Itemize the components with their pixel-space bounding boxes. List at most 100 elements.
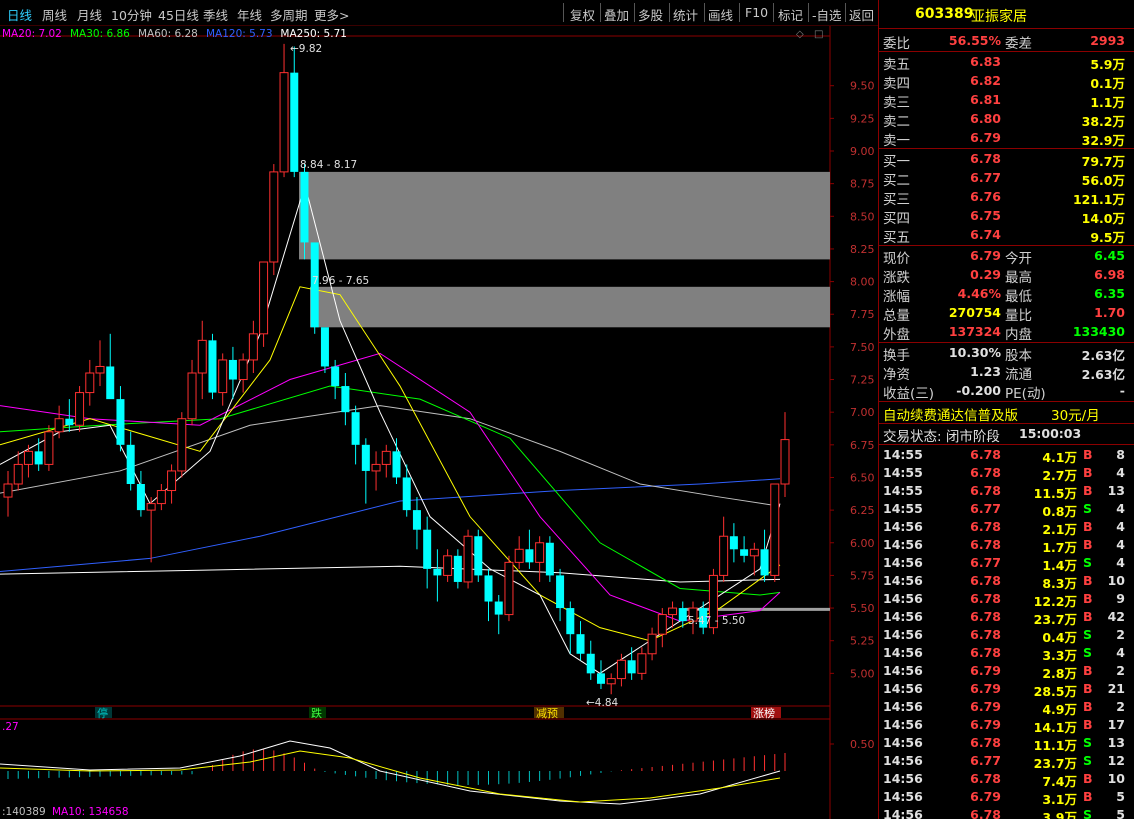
tick-time: 14:56	[883, 537, 923, 552]
candle-body	[453, 555, 462, 582]
tick-count: 2	[1116, 627, 1125, 642]
tick-price: 6.78	[970, 483, 1001, 498]
candle-body	[412, 510, 421, 530]
ask-row: 卖五 6.83 5.9万	[879, 52, 1134, 73]
value: 133430	[1072, 324, 1125, 339]
tick-direction: B	[1083, 591, 1093, 606]
tick-price: 6.77	[970, 501, 1001, 516]
candle-body	[525, 549, 534, 563]
candle-body	[238, 359, 248, 381]
value: 137324	[948, 324, 1001, 339]
draw-line-button[interactable]: 画线	[708, 5, 733, 24]
event-tag-label: 跌	[311, 706, 322, 720]
tab-daily[interactable]: 日线	[7, 5, 32, 24]
tick-row: 14:56 6.78 23.7万 B 42	[879, 607, 1134, 627]
candle-body	[126, 444, 135, 484]
candle-body	[106, 366, 115, 400]
label: 今开	[1005, 251, 1032, 267]
tick-direction: B	[1083, 483, 1093, 498]
bid-row: 买四 6.75 14.0万	[879, 206, 1134, 227]
favorite-button[interactable]: -自选	[812, 5, 842, 24]
diamond-icon[interactable]: ◇	[796, 29, 804, 40]
tick-price: 6.79	[970, 717, 1001, 732]
tick-count: 4	[1116, 537, 1125, 552]
tick-count: 5	[1116, 789, 1125, 804]
candle-body	[177, 418, 187, 472]
f10-button[interactable]: F10	[745, 5, 768, 20]
label: 买一	[883, 154, 910, 170]
label: 买三	[883, 192, 910, 208]
candle-body	[320, 327, 329, 367]
tick-count: 2	[1116, 699, 1125, 714]
candle-body	[248, 333, 258, 361]
ask-row: 卖三 6.81 1.1万	[879, 90, 1134, 111]
promo-link[interactable]: 自动续费通达信普及版 30元/月	[879, 403, 1134, 424]
toolbar-divider	[739, 3, 740, 22]
stats-button[interactable]: 统计	[673, 5, 698, 24]
fuquan-button[interactable]: 复权	[570, 5, 595, 24]
candle-body	[627, 660, 636, 674]
tick-direction: S	[1083, 555, 1093, 570]
tick-direction: B	[1083, 573, 1093, 588]
tick-row: 14:55 6.78 4.1万 B 8	[879, 445, 1134, 465]
candle-body	[187, 372, 197, 420]
trade-status-label: 交易状态: 闭市阶段	[883, 429, 1000, 445]
candle-body	[228, 359, 237, 380]
candle-body	[616, 659, 626, 680]
ask-row: 卖二 6.80 38.2万	[879, 109, 1134, 130]
tick-price: 6.78	[970, 447, 1001, 462]
candle-body	[208, 340, 217, 393]
tab-yearly[interactable]: 年线	[237, 5, 262, 24]
tab-multi-period[interactable]: 多周期	[270, 5, 308, 24]
toolbar-divider	[600, 3, 601, 22]
mark-button[interactable]: 标记	[778, 5, 803, 24]
tick-time: 14:56	[883, 591, 923, 606]
tick-count: 21	[1107, 681, 1125, 696]
weibi-row: 委比 56.55% 委差 2993	[879, 31, 1134, 52]
promo-text: 自动续费通达信普及版	[883, 408, 1018, 424]
candle-body	[402, 477, 411, 511]
price-tick-label: 9.50	[850, 80, 875, 93]
stock-name: 亚振家居	[971, 9, 1027, 25]
label: 卖三	[883, 95, 910, 111]
price-tick-label: 5.75	[850, 569, 875, 582]
value: 6.75	[970, 208, 1001, 223]
value: 6.79	[970, 130, 1001, 145]
tick-time: 14:55	[883, 447, 923, 462]
tab-quarterly[interactable]: 季线	[203, 5, 228, 24]
candle-body	[535, 542, 545, 563]
label: 最低	[1005, 289, 1032, 305]
event-tag-label: 停	[97, 706, 108, 720]
tick-direction: B	[1083, 681, 1093, 696]
label: 卖五	[883, 57, 910, 73]
tab-10min[interactable]: 10分钟	[111, 5, 152, 24]
candle-body	[381, 450, 391, 465]
tick-direction: B	[1083, 789, 1093, 804]
candle-body	[576, 634, 585, 654]
label: 内盘	[1005, 327, 1032, 343]
tick-count: 10	[1107, 771, 1125, 786]
tab-45day[interactable]: 45日线	[158, 5, 199, 24]
tick-time: 14:56	[883, 519, 923, 534]
tick-price: 6.78	[970, 573, 1001, 588]
square-icon[interactable]: □	[814, 29, 823, 40]
tick-direction: S	[1083, 501, 1093, 516]
tab-weekly[interactable]: 周线	[42, 5, 67, 24]
price-tick-label: 7.75	[850, 308, 875, 321]
back-button[interactable]: 返回	[849, 5, 874, 24]
candle-body	[668, 607, 678, 616]
multi-stock-button[interactable]: 多股	[638, 5, 663, 24]
tick-count: 42	[1107, 609, 1125, 624]
kline-svg[interactable]: 9.50 9.25 9.00 8.75 8.50 8.25 8.00 7.75 7.50 7.25…	[0, 26, 878, 819]
label: 委比	[883, 36, 910, 52]
overlay-button[interactable]: 叠加	[604, 5, 629, 24]
candle-body	[586, 653, 595, 674]
quote-panel: 603389 亚振家居 委比 56.55% 委差 2993 卖五 6.83 5.9万 卖四 6.…	[878, 0, 1134, 819]
kline-chart[interactable]: 9.50 9.25 9.00 8.75 8.50 8.25 8.00 7.75 7.50 7.25…	[0, 26, 878, 819]
tick-direction: B	[1083, 519, 1093, 534]
tab-monthly[interactable]: 月线	[77, 5, 102, 24]
price-tick-label: 8.50	[850, 210, 875, 223]
tab-more[interactable]: 更多>	[314, 5, 349, 24]
tick-count: 4	[1116, 465, 1125, 480]
toolbar: 日线 周线 月线 10分钟 45日线 季线 年线 多周期 更多> 复权 叠加 多…	[0, 0, 878, 26]
